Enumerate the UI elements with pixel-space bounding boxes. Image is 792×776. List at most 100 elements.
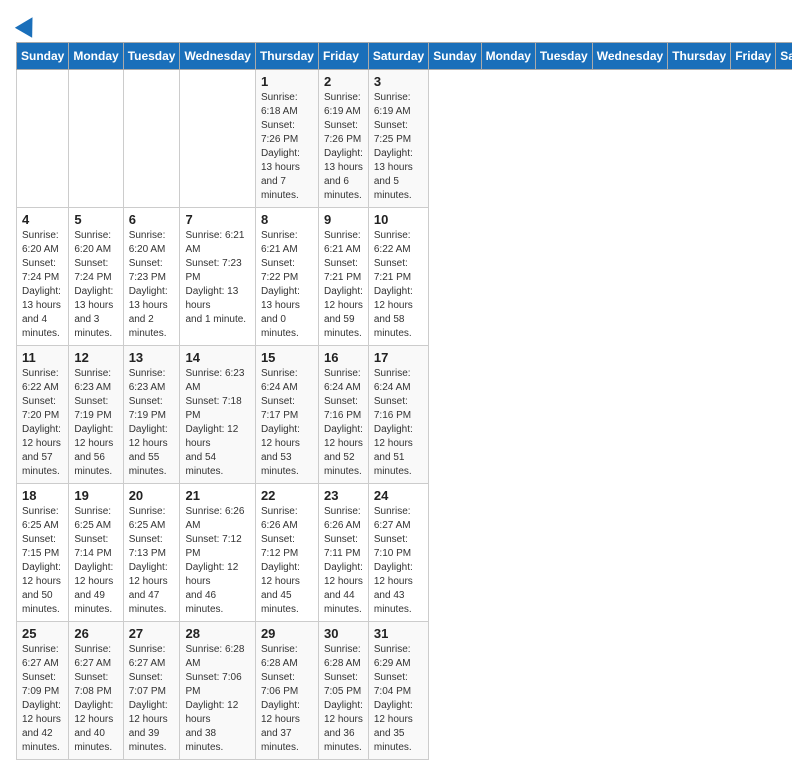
day-cell-3: 3Sunrise: 6:19 AM Sunset: 7:25 PM Daylig… (368, 70, 428, 208)
day-cell-5: 5 Sunrise: 6:20 AM Sunset: 7:24 PM Daylig… (69, 208, 123, 346)
day-number: 25 (22, 626, 63, 641)
day-number: 19 (74, 488, 117, 503)
day-number: 18 (22, 488, 63, 503)
day-number: 31 (374, 626, 423, 641)
day-number: 23 (324, 488, 363, 503)
day-number: 8 (261, 212, 313, 227)
day-number: 4 (22, 212, 63, 227)
day-number: 5 (74, 212, 117, 227)
day-number: 1 (261, 74, 313, 89)
header-monday: Monday (69, 43, 123, 70)
day-info: Sunrise: 6:20 AM Sunset: 7:24 PM Dayligh… (22, 229, 63, 341)
day-cell-30: 30 Sunrise: 6:28 AM Sunset: 7:05 PM Dayli… (318, 622, 368, 760)
day-number: 27 (129, 626, 175, 641)
calendar-header-row: SundayMondayTuesdayWednesdayThursdayFrid… (17, 43, 792, 70)
week-row-1: 1 Sunrise: 6:18 AM Sunset: 7:26 PM Daylig… (17, 70, 792, 208)
day-number: 12 (74, 350, 117, 365)
header-tuesday: Tuesday (123, 43, 180, 70)
day-info: Sunrise: 6:24 AM Sunset: 7:17 PM Dayligh… (261, 367, 313, 479)
day-number: 14 (185, 350, 249, 365)
day-cell-22: 22 Sunrise: 6:26 AM Sunset: 7:12 PM Dayli… (255, 484, 318, 622)
day-cell-2: 2 Sunrise: 6:19 AM Sunset: 7:26 PM Daylig… (318, 70, 368, 208)
day-number: 21 (185, 488, 249, 503)
day-info: Sunrise: 6:20 AM Sunset: 7:23 PM Dayligh… (129, 229, 175, 341)
day-info: Sunrise: 6:25 AM Sunset: 7:14 PM Dayligh… (74, 505, 117, 617)
day-info: Sunrise: 6:26 AM Sunset: 7:12 PM Dayligh… (261, 505, 313, 617)
day-info: Sunrise: 6:18 AM Sunset: 7:26 PM Dayligh… (261, 91, 313, 203)
day-cell-28: 28 Sunrise: 6:28 AM Sunset: 7:06 PM Dayli… (180, 622, 255, 760)
header-wednesday: Wednesday (180, 43, 255, 70)
day-cell-19: 19 Sunrise: 6:25 AM Sunset: 7:14 PM Dayli… (69, 484, 123, 622)
day-info: Sunrise: 6:28 AM Sunset: 7:06 PM Dayligh… (261, 643, 313, 755)
day-info: Sunrise: 6:21 AM Sunset: 7:21 PM Dayligh… (324, 229, 363, 341)
day-cell-13: 13 Sunrise: 6:23 AM Sunset: 7:19 PM Dayli… (123, 346, 180, 484)
day-number: 2 (324, 74, 363, 89)
day-cell-31: 31 Sunrise: 6:29 AM Sunset: 7:04 PM Dayli… (368, 622, 428, 760)
empty-cell (17, 70, 69, 208)
day-info: Sunrise: 6:27 AM Sunset: 7:08 PM Dayligh… (74, 643, 117, 755)
header-monday: Monday (481, 43, 535, 70)
day-info: Sunrise: 6:29 AM Sunset: 7:04 PM Dayligh… (374, 643, 423, 755)
day-info: Sunrise: 6:24 AM Sunset: 7:16 PM Dayligh… (374, 367, 423, 479)
day-cell-11: 11Sunrise: 6:22 AM Sunset: 7:20 PM Dayli… (17, 346, 69, 484)
day-cell-17: 17 Sunrise: 6:24 AM Sunset: 7:16 PM Dayli… (368, 346, 428, 484)
day-info: Sunrise: 6:22 AM Sunset: 7:20 PM Dayligh… (22, 367, 63, 479)
day-info: Sunrise: 6:23 AM Sunset: 7:18 PM Dayligh… (185, 367, 249, 479)
day-cell-27: 27 Sunrise: 6:27 AM Sunset: 7:07 PM Dayli… (123, 622, 180, 760)
day-info: Sunrise: 6:25 AM Sunset: 7:15 PM Dayligh… (22, 505, 63, 617)
day-info: Sunrise: 6:20 AM Sunset: 7:24 PM Dayligh… (74, 229, 117, 341)
day-cell-25: 25Sunrise: 6:27 AM Sunset: 7:09 PM Dayli… (17, 622, 69, 760)
day-cell-1: 1 Sunrise: 6:18 AM Sunset: 7:26 PM Daylig… (255, 70, 318, 208)
day-info: Sunrise: 6:23 AM Sunset: 7:19 PM Dayligh… (74, 367, 117, 479)
header-saturday: Saturday (776, 43, 792, 70)
day-cell-7: 7Sunrise: 6:21 AM Sunset: 7:23 PM Daylig… (180, 208, 255, 346)
header-sunday: Sunday (17, 43, 69, 70)
day-number: 20 (129, 488, 175, 503)
day-number: 16 (324, 350, 363, 365)
logo (16, 16, 38, 34)
day-info: Sunrise: 6:21 AM Sunset: 7:22 PM Dayligh… (261, 229, 313, 341)
day-number: 26 (74, 626, 117, 641)
day-cell-16: 16 Sunrise: 6:24 AM Sunset: 7:16 PM Dayli… (318, 346, 368, 484)
day-info: Sunrise: 6:28 AM Sunset: 7:05 PM Dayligh… (324, 643, 363, 755)
calendar-table: SundayMondayTuesdayWednesdayThursdayFrid… (16, 42, 792, 760)
day-cell-26: 26 Sunrise: 6:27 AM Sunset: 7:08 PM Dayli… (69, 622, 123, 760)
header-tuesday: Tuesday (535, 43, 592, 70)
day-info: Sunrise: 6:26 AM Sunset: 7:11 PM Dayligh… (324, 505, 363, 617)
day-info: Sunrise: 6:23 AM Sunset: 7:19 PM Dayligh… (129, 367, 175, 479)
day-cell-14: 14 Sunrise: 6:23 AM Sunset: 7:18 PM Dayli… (180, 346, 255, 484)
header-thursday: Thursday (255, 43, 318, 70)
header-sunday: Sunday (429, 43, 481, 70)
week-row-2: 4 Sunrise: 6:20 AM Sunset: 7:24 PM Daylig… (17, 208, 792, 346)
day-cell-9: 9 Sunrise: 6:21 AM Sunset: 7:21 PM Daylig… (318, 208, 368, 346)
day-cell-6: 6 Sunrise: 6:20 AM Sunset: 7:23 PM Daylig… (123, 208, 180, 346)
week-row-4: 18 Sunrise: 6:25 AM Sunset: 7:15 PM Dayli… (17, 484, 792, 622)
day-cell-24: 24Sunrise: 6:27 AM Sunset: 7:10 PM Dayli… (368, 484, 428, 622)
day-number: 13 (129, 350, 175, 365)
day-number: 22 (261, 488, 313, 503)
day-number: 28 (185, 626, 249, 641)
day-cell-12: 12 Sunrise: 6:23 AM Sunset: 7:19 PM Dayli… (69, 346, 123, 484)
day-number: 10 (374, 212, 423, 227)
day-number: 29 (261, 626, 313, 641)
day-number: 3 (374, 74, 423, 89)
day-number: 6 (129, 212, 175, 227)
day-number: 7 (185, 212, 249, 227)
day-number: 30 (324, 626, 363, 641)
header-thursday: Thursday (668, 43, 731, 70)
header-friday: Friday (318, 43, 368, 70)
header-friday: Friday (731, 43, 776, 70)
day-info: Sunrise: 6:19 AM Sunset: 7:26 PM Dayligh… (324, 91, 363, 203)
day-cell-20: 20Sunrise: 6:25 AM Sunset: 7:13 PM Dayli… (123, 484, 180, 622)
empty-cell (123, 70, 180, 208)
day-cell-23: 23 Sunrise: 6:26 AM Sunset: 7:11 PM Dayli… (318, 484, 368, 622)
day-number: 15 (261, 350, 313, 365)
day-number: 17 (374, 350, 423, 365)
day-number: 9 (324, 212, 363, 227)
day-info: Sunrise: 6:24 AM Sunset: 7:16 PM Dayligh… (324, 367, 363, 479)
empty-cell (69, 70, 123, 208)
logo-triangle-icon (15, 12, 41, 38)
day-info: Sunrise: 6:28 AM Sunset: 7:06 PM Dayligh… (185, 643, 249, 755)
page-header (16, 16, 776, 34)
day-info: Sunrise: 6:27 AM Sunset: 7:07 PM Dayligh… (129, 643, 175, 755)
